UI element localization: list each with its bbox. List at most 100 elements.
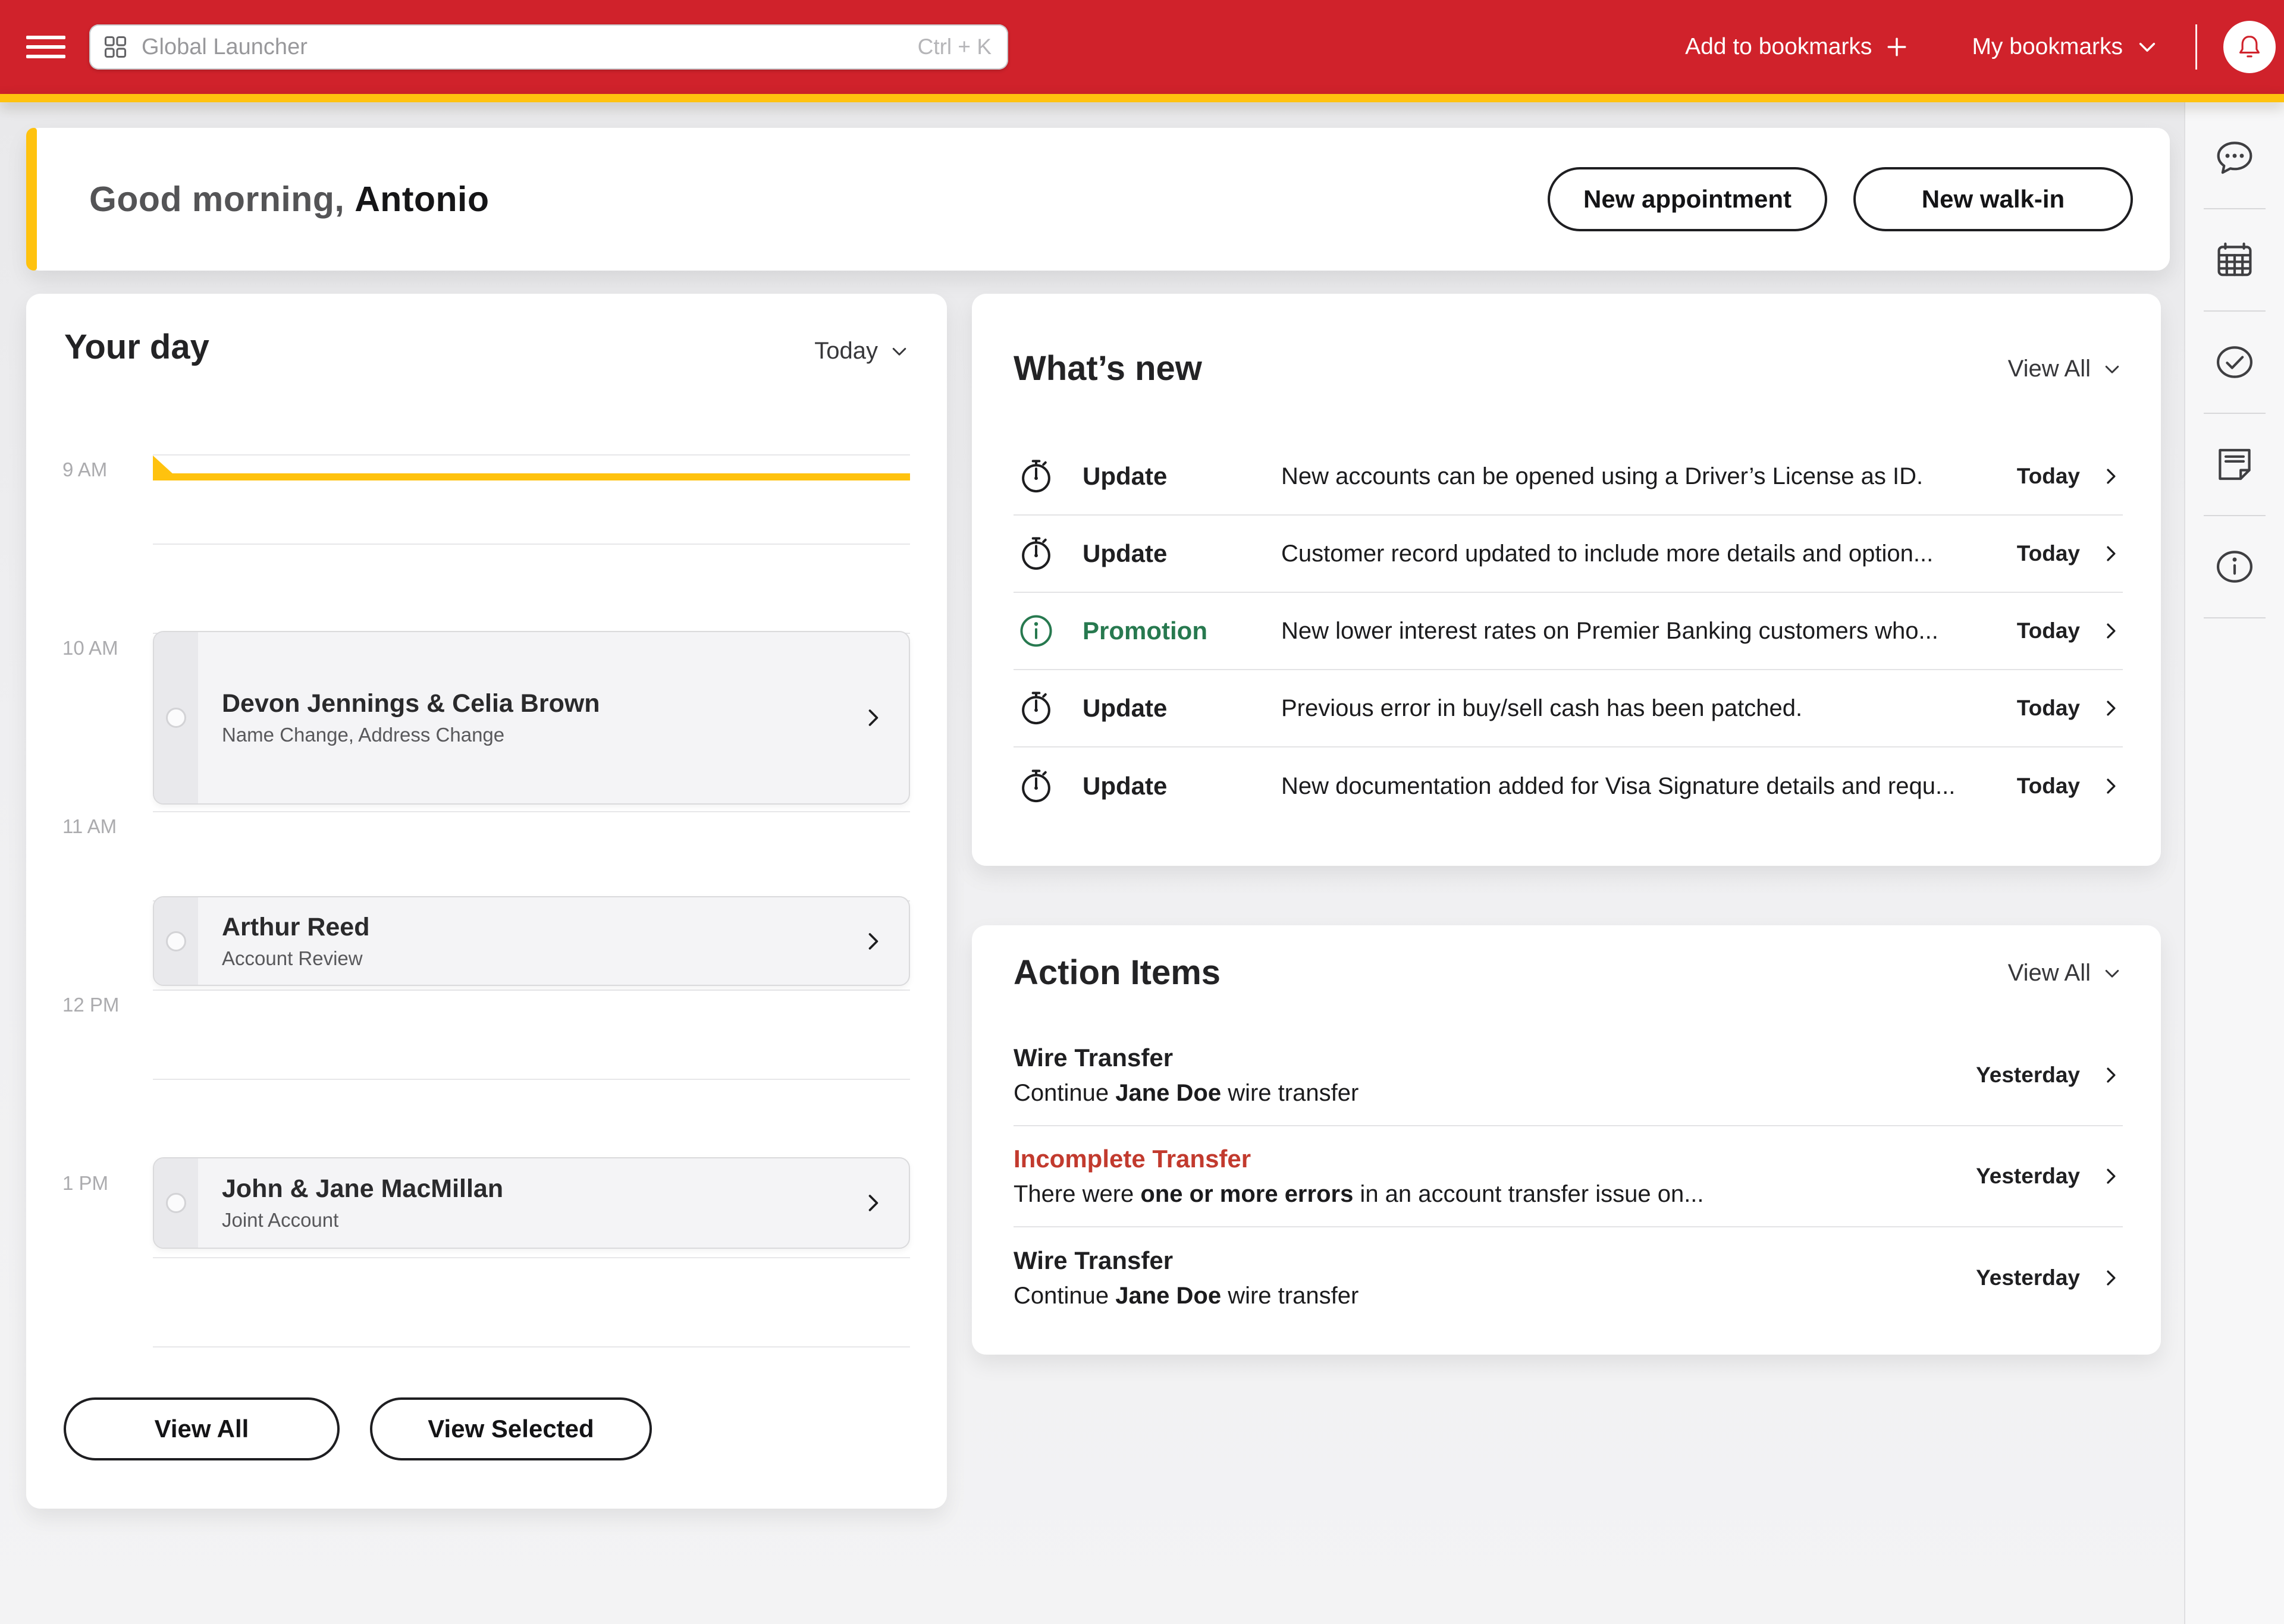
sidebar-item-info[interactable]	[2185, 516, 2284, 617]
bell-icon	[2235, 32, 2264, 62]
menu-button[interactable]	[26, 36, 65, 58]
whats-new-list: Update New accounts can be opened using …	[1014, 438, 2123, 825]
appointment-card[interactable]: John & Jane MacMillan Joint Account	[153, 1157, 910, 1249]
hour-line	[153, 1346, 910, 1347]
day-range-dropdown[interactable]: Today	[814, 338, 910, 365]
sidebar-item-chat[interactable]	[2185, 107, 2284, 208]
action-items-card: Action Items View All Wire Transfer Cont…	[972, 925, 2161, 1355]
whats-new-title: What’s new	[1014, 348, 1202, 388]
news-description: New documentation added for Visa Signatu…	[1281, 773, 2017, 800]
chevron-right-icon	[860, 928, 886, 954]
chevron-down-icon	[2101, 359, 2123, 380]
hamburger-icon	[26, 36, 65, 39]
news-description: New accounts can be opened using a Drive…	[1281, 463, 2017, 490]
appointment-radio[interactable]	[166, 931, 186, 951]
appointment-details: Devon Jennings & Celia Brown Name Change…	[198, 632, 860, 803]
chevron-right-icon	[2099, 1063, 2123, 1087]
new-appointment-button[interactable]: New appointment	[1548, 167, 1827, 231]
chevron-right-icon	[2099, 774, 2123, 798]
chevron-right-icon	[2099, 1164, 2123, 1188]
news-row[interactable]: Promotion New lower interest rates on Pr…	[1014, 593, 2123, 670]
sidebar-item-notes[interactable]	[2185, 414, 2284, 515]
chevron-down-icon	[889, 341, 910, 362]
chevron-right-icon	[860, 705, 886, 731]
view-all-label: View All	[2008, 356, 2091, 382]
my-bookmarks-label: My bookmarks	[1972, 34, 2123, 60]
news-row[interactable]: Update Customer record updated to includ…	[1014, 516, 2123, 593]
action-item-date: Yesterday	[1976, 1164, 2080, 1189]
greeting-card: Good morning, Antonio New appointment Ne…	[26, 128, 2170, 271]
whats-new-view-all[interactable]: View All	[2008, 356, 2123, 382]
utility-sidebar	[2184, 102, 2284, 1624]
add-to-bookmarks-button[interactable]: Add to bookmarks	[1685, 34, 1910, 60]
appointment-details: John & Jane MacMillan Joint Account	[198, 1158, 860, 1248]
appointment-services: Name Change, Address Change	[222, 724, 860, 746]
global-launcher-searchbox[interactable]: Ctrl + K	[89, 24, 1008, 70]
news-row[interactable]: Update New documentation added for Visa …	[1014, 747, 2123, 825]
news-date: Today	[2017, 696, 2080, 721]
appointment-card[interactable]: Arthur Reed Account Review	[153, 896, 910, 986]
sidebar-item-calendar[interactable]	[2185, 209, 2284, 310]
action-item-description: Continue Jane Doe wire transfer	[1014, 1080, 1976, 1107]
greeting-name: Antonio	[354, 180, 489, 219]
new-walkin-button[interactable]: New walk-in	[1853, 167, 2133, 231]
view-all-button[interactable]: View All	[64, 1397, 340, 1460]
hour-label: 10 AM	[62, 636, 118, 660]
note-icon	[2213, 443, 2256, 486]
info-icon	[2213, 545, 2256, 588]
news-date: Today	[2017, 774, 2080, 799]
day-range-label: Today	[814, 338, 878, 365]
sidebar-item-tasks[interactable]	[2185, 312, 2284, 413]
news-type-label: Update	[1083, 462, 1281, 491]
chevron-right-icon	[2099, 1266, 2123, 1290]
news-description: Previous error in buy/sell cash has been…	[1281, 695, 2017, 722]
app-grid-icon	[102, 34, 128, 60]
appointment-radio[interactable]	[166, 708, 186, 728]
appointment-open-button[interactable]	[860, 632, 886, 803]
action-item-row[interactable]: Incomplete Transfer There were one or mo…	[1014, 1126, 2123, 1227]
action-items-title: Action Items	[1014, 953, 1221, 992]
news-row[interactable]: Update New accounts can be opened using …	[1014, 438, 2123, 516]
action-item-row[interactable]: Wire Transfer Continue Jane Doe wire tra…	[1014, 1227, 2123, 1328]
appointment-open-button[interactable]	[860, 897, 886, 985]
appointment-select-strip	[154, 1158, 198, 1248]
my-bookmarks-button[interactable]: My bookmarks	[1972, 34, 2160, 60]
appointment-details: Arthur Reed Account Review	[198, 897, 860, 985]
chat-icon	[2213, 136, 2256, 179]
sidebar-divider	[2204, 617, 2266, 618]
news-description: New lower interest rates on Premier Bank…	[1281, 618, 2017, 645]
stopwatch-icon	[1017, 689, 1055, 727]
plus-icon	[1884, 34, 1910, 60]
news-row[interactable]: Update Previous error in buy/sell cash h…	[1014, 670, 2123, 747]
calendar-icon	[2213, 238, 2256, 281]
action-items-list: Wire Transfer Continue Jane Doe wire tra…	[1014, 1025, 2123, 1328]
header-divider	[2195, 24, 2197, 70]
action-items-view-all[interactable]: View All	[2008, 960, 2123, 987]
action-item-description: There were one or more errors in an acco…	[1014, 1181, 1976, 1208]
action-item-title: Incomplete Transfer	[1014, 1145, 1976, 1173]
stopwatch-icon	[1017, 457, 1055, 495]
hour-label: 12 PM	[62, 993, 119, 1017]
chevron-down-icon	[2101, 963, 2123, 984]
chevron-right-icon	[2099, 696, 2123, 720]
appointment-radio[interactable]	[166, 1193, 186, 1213]
keyboard-shortcut-hint: Ctrl + K	[918, 34, 992, 59]
add-to-bookmarks-label: Add to bookmarks	[1685, 34, 1872, 60]
search-input[interactable]	[142, 34, 918, 60]
appointment-select-strip	[154, 897, 198, 985]
hour-line	[153, 454, 910, 456]
appointment-services: Account Review	[222, 947, 860, 970]
action-item-date: Yesterday	[1976, 1265, 2080, 1290]
notifications-button[interactable]	[2223, 21, 2276, 73]
appointment-card[interactable]: Devon Jennings & Celia Brown Name Change…	[153, 631, 910, 805]
hour-line	[153, 1079, 910, 1080]
action-item-row[interactable]: Wire Transfer Continue Jane Doe wire tra…	[1014, 1025, 2123, 1126]
view-selected-button[interactable]: View Selected	[370, 1397, 652, 1460]
your-day-card: Your day Today 9 AM 10 AM 11 AM 12 PM 1 …	[26, 294, 947, 1509]
appointment-open-button[interactable]	[860, 1158, 886, 1248]
current-time-indicator	[153, 473, 910, 480]
header-actions: Add to bookmarks My bookmarks	[1685, 21, 2276, 73]
brand-accent-bar	[0, 94, 2284, 102]
chevron-right-icon	[2099, 464, 2123, 488]
greeting-actions: New appointment New walk-in	[1548, 167, 2133, 231]
